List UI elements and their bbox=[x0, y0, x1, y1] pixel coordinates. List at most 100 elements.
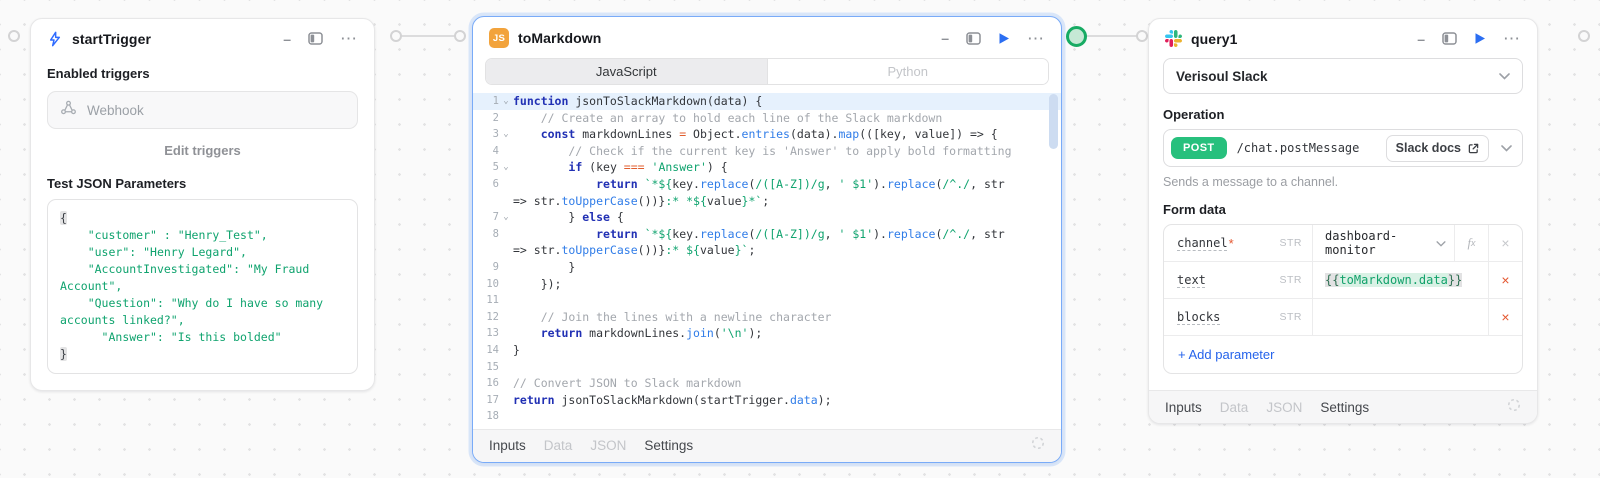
connector-port[interactable] bbox=[1578, 30, 1590, 42]
panel-toggle-icon[interactable] bbox=[966, 32, 981, 45]
lightning-bolt-icon bbox=[47, 31, 63, 47]
chevron-down-icon bbox=[1501, 139, 1512, 157]
query1-block[interactable]: query1 – ⋯ Verisoul Slack Operation bbox=[1148, 18, 1538, 424]
test-json-editor[interactable]: { "customer" : "Henry_Test", "user": "He… bbox=[47, 199, 358, 374]
connector-port[interactable] bbox=[390, 30, 402, 42]
run-button[interactable] bbox=[998, 32, 1010, 45]
code-row[interactable]: => str.toUpperCase())}:* *${value}*`; bbox=[473, 193, 1061, 210]
block-title: query1 bbox=[1191, 31, 1238, 47]
code-row[interactable]: 8 return `*${key.replace(/([A-Z])/g, ' $… bbox=[473, 226, 1061, 243]
code-line: if (key === 'Answer') { bbox=[513, 159, 1061, 176]
tab-javascript[interactable]: JavaScript bbox=[486, 59, 767, 84]
code-row[interactable]: 11 bbox=[473, 292, 1061, 309]
scrollbar-thumb[interactable] bbox=[1049, 94, 1058, 149]
fold-chevron-icon[interactable]: ⌄ bbox=[499, 93, 513, 110]
param-value-input[interactable]: {{toMarkdown.data}} bbox=[1312, 262, 1488, 298]
code-row[interactable]: 4 // Check if the current key is 'Answer… bbox=[473, 143, 1061, 160]
more-options-button[interactable]: ⋯ bbox=[1027, 30, 1045, 47]
code-line: function jsonToSlackMarkdown(data) { bbox=[513, 93, 1061, 110]
param-key-cell[interactable]: text STR bbox=[1164, 262, 1312, 298]
code-editor[interactable]: 1⌄function jsonToSlackMarkdown(data) {2 … bbox=[473, 91, 1061, 429]
refresh-spinner-icon[interactable] bbox=[1507, 398, 1521, 417]
collapse-button[interactable]: – bbox=[1417, 32, 1425, 46]
footer-tab-settings[interactable]: Settings bbox=[644, 438, 693, 453]
param-value-input[interactable] bbox=[1312, 299, 1488, 335]
more-options-button[interactable]: ⋯ bbox=[1503, 30, 1521, 47]
code-row[interactable]: 3⌄ const markdownLines = Object.entries(… bbox=[473, 126, 1061, 143]
collapse-button[interactable]: – bbox=[283, 32, 291, 46]
footer-tab-data[interactable]: Data bbox=[544, 438, 573, 453]
code-row[interactable]: 1⌄function jsonToSlackMarkdown(data) { bbox=[473, 93, 1061, 110]
code-row[interactable]: 7⌄ } else { bbox=[473, 209, 1061, 226]
code-row[interactable]: 10 }); bbox=[473, 276, 1061, 293]
footer-tab-json[interactable]: JSON bbox=[590, 438, 626, 453]
footer-tab-settings[interactable]: Settings bbox=[1320, 400, 1369, 415]
start-trigger-block[interactable]: startTrigger – ⋯ Enabled triggers Webhoo… bbox=[30, 18, 375, 391]
footer-tab-data[interactable]: Data bbox=[1220, 400, 1249, 415]
param-value-dropdown[interactable]: dashboard-monitor bbox=[1312, 225, 1454, 261]
panel-toggle-icon[interactable] bbox=[308, 32, 323, 45]
tab-python[interactable]: Python bbox=[767, 59, 1049, 84]
fold-gutter bbox=[499, 259, 513, 276]
fold-chevron-icon[interactable]: ⌄ bbox=[499, 159, 513, 176]
fold-chevron-icon[interactable]: ⌄ bbox=[499, 209, 513, 226]
webhook-trigger-chip[interactable]: Webhook bbox=[47, 91, 358, 129]
workflow-canvas[interactable]: startTrigger – ⋯ Enabled triggers Webhoo… bbox=[0, 0, 1600, 478]
footer-tab-inputs[interactable]: Inputs bbox=[1165, 400, 1202, 415]
block-title: startTrigger bbox=[72, 31, 151, 47]
fold-chevron-icon[interactable]: ⌄ bbox=[499, 126, 513, 143]
slack-docs-button[interactable]: Slack docs bbox=[1386, 135, 1489, 162]
block-header[interactable]: query1 – ⋯ bbox=[1149, 19, 1537, 56]
run-button[interactable] bbox=[1474, 32, 1486, 45]
param-key-cell[interactable]: channel* STR bbox=[1164, 225, 1312, 261]
operation-label: Operation bbox=[1163, 107, 1523, 122]
code-token: ); bbox=[818, 393, 832, 407]
code-row[interactable]: 5⌄ if (key === 'Answer') { bbox=[473, 159, 1061, 176]
code-row[interactable]: 9 } bbox=[473, 259, 1061, 276]
code-row[interactable]: => str.toUpperCase())}:* ${value}`; bbox=[473, 242, 1061, 259]
fold-gutter bbox=[499, 292, 513, 309]
more-options-button[interactable]: ⋯ bbox=[340, 30, 358, 47]
refresh-spinner-icon[interactable] bbox=[1031, 436, 1045, 455]
operation-select[interactable]: POST /chat.postMessage Slack docs bbox=[1163, 129, 1523, 167]
collapse-button[interactable]: – bbox=[941, 31, 949, 45]
connector-port-active[interactable] bbox=[1066, 26, 1087, 47]
code-row[interactable]: 14} bbox=[473, 342, 1061, 359]
delete-param-button[interactable]: × bbox=[1488, 299, 1522, 335]
block-header[interactable]: startTrigger – ⋯ bbox=[31, 19, 374, 56]
code-token: (([key, value]) => { bbox=[859, 127, 997, 141]
connector-port[interactable] bbox=[454, 30, 466, 42]
code-token: ())} bbox=[638, 243, 666, 257]
code-token: key. bbox=[672, 227, 700, 241]
footer-tab-json[interactable]: JSON bbox=[1266, 400, 1302, 415]
panel-toggle-icon[interactable] bbox=[1442, 32, 1457, 45]
code-token: /^./ bbox=[942, 227, 970, 241]
delete-param-button[interactable]: × bbox=[1488, 262, 1522, 298]
chevron-down-icon bbox=[1436, 234, 1446, 252]
code-row[interactable]: 12 // Join the lines with a newline char… bbox=[473, 309, 1061, 326]
edit-triggers-button[interactable]: Edit triggers bbox=[47, 129, 358, 170]
add-parameter-button[interactable]: + Add parameter bbox=[1164, 336, 1522, 373]
code-token: value bbox=[700, 243, 735, 257]
code-row[interactable]: 17return jsonToSlackMarkdown(startTrigge… bbox=[473, 392, 1061, 409]
code-token: markdownLines bbox=[575, 127, 679, 141]
code-row[interactable]: 16// Convert JSON to Slack markdown bbox=[473, 375, 1061, 392]
to-markdown-block[interactable]: JS toMarkdown – ⋯ JavaScript Python 1⌄fu… bbox=[472, 16, 1062, 463]
connector-port[interactable] bbox=[8, 30, 20, 42]
code-row[interactable]: 6 return `*${key.replace(/([A-Z])/g, ' $… bbox=[473, 176, 1061, 193]
code-row[interactable]: 13 return markdownLines.join('\n'); bbox=[473, 325, 1061, 342]
connector-port[interactable] bbox=[1136, 30, 1148, 42]
param-key-cell[interactable]: blocks STR bbox=[1164, 299, 1312, 335]
code-row[interactable]: 18 bbox=[473, 408, 1061, 425]
param-key: blocks bbox=[1177, 310, 1220, 324]
fold-gutter bbox=[499, 408, 513, 425]
resource-select[interactable]: Verisoul Slack bbox=[1163, 58, 1523, 94]
fx-toggle-button[interactable]: fx bbox=[1454, 225, 1488, 261]
block-header[interactable]: JS toMarkdown – ⋯ bbox=[473, 17, 1061, 57]
code-token: ). bbox=[873, 227, 887, 241]
fold-gutter bbox=[499, 309, 513, 326]
footer-tab-inputs[interactable]: Inputs bbox=[489, 438, 526, 453]
code-row[interactable]: 15 bbox=[473, 359, 1061, 376]
code-row[interactable]: 2 // Create an array to hold each line o… bbox=[473, 110, 1061, 127]
delete-param-button[interactable]: × bbox=[1488, 225, 1522, 261]
